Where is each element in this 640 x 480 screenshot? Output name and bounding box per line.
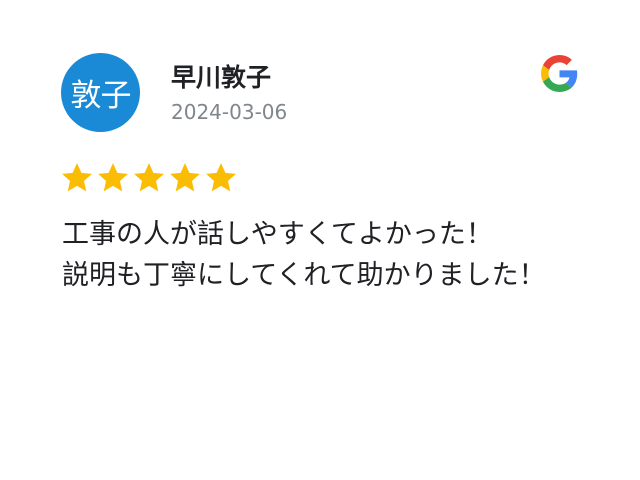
star-icon <box>134 163 164 192</box>
star-icon <box>206 163 236 192</box>
google-g-icon <box>541 55 578 92</box>
star-icon <box>98 163 128 192</box>
star-rating <box>60 161 238 195</box>
review-text: 工事の人が話しやすくてよかった！ 説明も丁寧にしてくれて助かりました！ <box>62 219 546 291</box>
review-date: 2024-03-06 <box>171 100 288 124</box>
reviewer-name: 早川敦子 <box>171 63 272 92</box>
star-icon <box>170 163 200 192</box>
avatar: 敦子 <box>61 53 140 132</box>
review-card: 敦子 早川敦子 2024-03-06 工事の人が話しやすくてよかった！ 説明も丁… <box>0 0 640 480</box>
star-icon <box>62 163 92 192</box>
avatar-initials: 敦子 <box>70 78 132 114</box>
